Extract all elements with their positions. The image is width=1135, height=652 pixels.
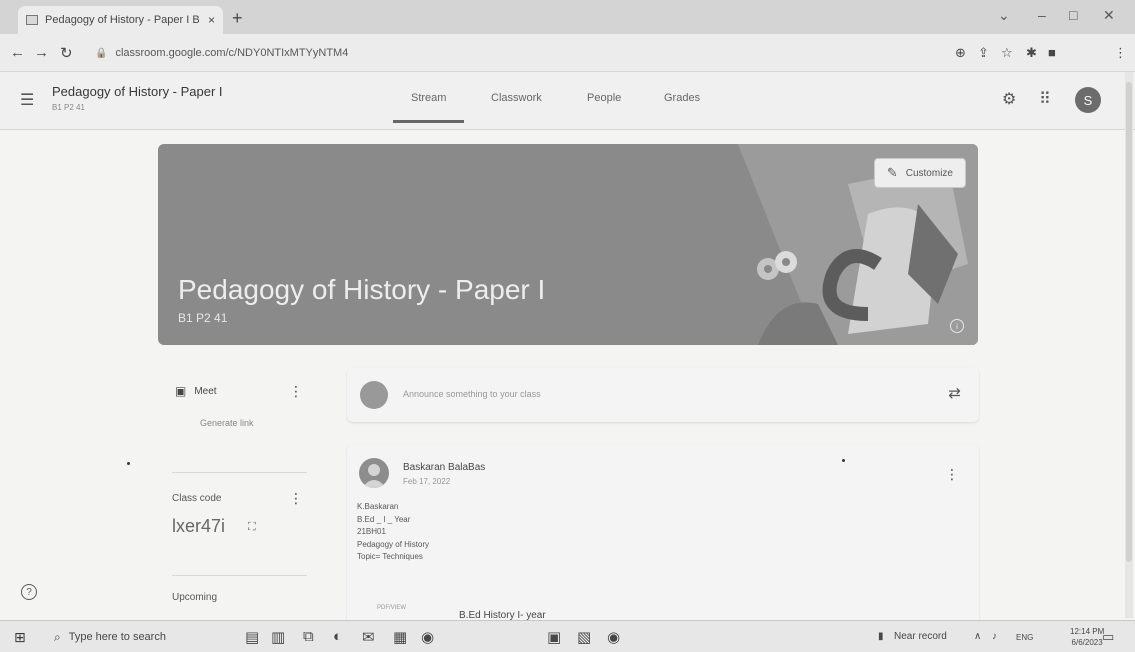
address-bar-row: ← → ↻ 🔒 classroom.google.com/c/NDY0NTIxM…: [0, 34, 1135, 96]
meet-video-icon: ▣: [175, 384, 187, 398]
taskbar-search-placeholder: Type here to search: [68, 631, 166, 643]
tab-people[interactable]: People: [587, 92, 621, 104]
pinned-app-icon[interactable]: ▥: [271, 628, 285, 646]
fullscreen-display-icon[interactable]: ⛶: [248, 521, 256, 534]
clock-date: 6/6/2023: [1071, 638, 1103, 647]
pinned-app-icon[interactable]: ▤: [245, 628, 259, 646]
upcoming-label: Upcoming: [172, 592, 218, 603]
tab-grades[interactable]: Grades: [664, 92, 700, 104]
customize-label: Customize: [905, 167, 953, 179]
pencil-icon: ✎: [886, 165, 898, 180]
tab-search-icon[interactable]: ⌄: [998, 7, 1010, 24]
classroom-header: ☰ Pedagogy of History - Paper I B1 P2 41…: [0, 72, 1135, 130]
browser-tab[interactable]: Pedagogy of History - Paper I B ×: [18, 6, 223, 34]
close-window-icon[interactable]: ✕: [1103, 7, 1115, 24]
page-scrollbar[interactable]: [1125, 72, 1133, 618]
customize-button[interactable]: ✎ Customize: [873, 158, 966, 188]
taskbar-clock[interactable]: 12:14 PM 6/6/2023: [1070, 626, 1104, 648]
reload-icon[interactable]: ↻: [60, 44, 73, 62]
post-line: K.Baskaran: [357, 502, 399, 511]
store-icon[interactable]: ▦: [393, 628, 407, 646]
new-tab-button[interactable]: +: [232, 8, 243, 29]
maximize-icon[interactable]: □: [1069, 7, 1077, 23]
post-line: Topic= Techniques: [357, 552, 423, 561]
url-text: classroom.google.com/c/NDY0NTIxMTYyNTM4: [115, 47, 349, 59]
weather-icon[interactable]: ▮: [878, 631, 884, 642]
menu-kebab-icon[interactable]: ⋮: [1114, 45, 1127, 61]
stream-post: Baskaran BalaBas Feb 17, 2022 ⋮ K.Baskar…: [347, 444, 979, 624]
tab-close-icon[interactable]: ×: [208, 13, 215, 27]
lock-icon: 🔒: [95, 47, 108, 59]
forward-icon[interactable]: →: [34, 44, 49, 61]
extensions-icon[interactable]: ✱: [1026, 45, 1037, 61]
post-line: 21BH01: [357, 527, 386, 536]
bookmark-star-icon[interactable]: ☆: [1001, 45, 1013, 61]
minimize-icon[interactable]: –: [1038, 7, 1046, 23]
help-icon[interactable]: ?: [21, 584, 37, 600]
announce-placeholder: Announce something to your class: [403, 389, 541, 399]
google-lens-icon[interactable]: ⊕: [955, 45, 966, 61]
announce-box[interactable]: Announce something to your class ⇄: [347, 368, 979, 422]
input-language[interactable]: ENG: [1016, 633, 1033, 642]
scan-dot: [842, 459, 845, 462]
edge-browser-icon[interactable]: ◐: [333, 628, 342, 645]
class-name[interactable]: Pedagogy of History - Paper I: [52, 84, 223, 99]
windows-start-icon[interactable]: ⊞: [14, 629, 26, 646]
classroom-favicon-icon: [26, 15, 38, 25]
info-icon[interactable]: i: [950, 319, 964, 333]
post-options-kebab-icon[interactable]: ⋮: [945, 466, 959, 483]
hamburger-menu-icon[interactable]: ☰: [20, 90, 34, 110]
banner-subtitle: B1 P2 41: [178, 311, 228, 325]
class-code-label: Class code: [172, 493, 222, 504]
task-view-icon[interactable]: ⧉: [303, 628, 314, 645]
tab-stream[interactable]: Stream: [392, 92, 466, 123]
class-banner: ✎ Customize Pedagogy of History - Paper …: [158, 144, 978, 345]
banner-title: Pedagogy of History - Paper I: [178, 274, 546, 305]
tray-overflow-icon[interactable]: ∧: [974, 631, 981, 642]
generate-link-button[interactable]: Generate link: [200, 418, 254, 428]
meet-options-kebab-icon[interactable]: ⋮: [289, 383, 303, 400]
post-line: Pedagogy of History: [357, 539, 430, 549]
weather-text[interactable]: Near record: [894, 631, 947, 642]
post-body: K.Baskaran B.Ed _ I _ Year 21BH01 Pedago…: [357, 501, 429, 564]
pinned-app-icon[interactable]: ▣: [547, 628, 561, 646]
reuse-post-icon[interactable]: ⇄: [948, 384, 961, 402]
mail-icon[interactable]: ✉: [362, 628, 375, 646]
volume-icon[interactable]: ♪: [992, 631, 997, 642]
person-icon: [362, 464, 386, 488]
apps-grid-icon[interactable]: ⠿: [1039, 89, 1051, 109]
tab-classwork[interactable]: Classwork: [491, 92, 542, 104]
scrollbar-thumb[interactable]: [1126, 82, 1132, 562]
settings-gear-icon[interactable]: ⚙: [1002, 89, 1016, 109]
side-panel-icon[interactable]: ■: [1048, 45, 1056, 60]
sidebar-divider: [172, 575, 307, 576]
user-avatar: [360, 381, 388, 409]
post-date: Feb 17, 2022: [403, 477, 451, 486]
word-icon[interactable]: ▧: [577, 628, 591, 646]
class-code-options-kebab-icon[interactable]: ⋮: [289, 490, 303, 507]
taskbar-search-box[interactable]: ⌕ Type here to search: [44, 624, 219, 650]
meet-card-title: ▣ Meet: [175, 384, 217, 398]
notification-icon[interactable]: ▭: [1102, 629, 1114, 645]
post-line: B.Ed _ I _ Year: [357, 514, 411, 524]
chrome-icon[interactable]: ◉: [421, 628, 434, 646]
author-avatar: [359, 458, 389, 488]
post-author: Baskaran BalaBas: [403, 462, 486, 473]
back-icon[interactable]: ←: [10, 44, 25, 61]
attachment-thumbnail[interactable]: PDF/VIEW: [377, 605, 406, 611]
class-section: B1 P2 41: [52, 103, 85, 112]
chrome-window-icon[interactable]: ◉: [607, 628, 620, 646]
share-icon[interactable]: ⇪: [978, 45, 989, 61]
search-icon: ⌕: [54, 629, 61, 644]
sidebar-divider: [172, 472, 307, 473]
scan-dot: [127, 462, 130, 465]
browser-tab-strip: Pedagogy of History - Paper I B × + ⌄ – …: [0, 0, 1135, 34]
url-field[interactable]: 🔒 classroom.google.com/c/NDY0NTIxMTYyNTM…: [95, 40, 995, 66]
windows-taskbar: ⊞ ⌕ Type here to search ▤ ▥ ⧉ ◐ ✉ ▦ ◉ ▣ …: [0, 620, 1135, 652]
clock-time: 12:14 PM: [1070, 627, 1105, 636]
account-avatar[interactable]: S: [1075, 87, 1101, 113]
browser-tab-title: Pedagogy of History - Paper I B: [45, 14, 200, 26]
class-code-value: lxer47i: [172, 516, 226, 536]
meet-label: Meet: [194, 385, 217, 397]
